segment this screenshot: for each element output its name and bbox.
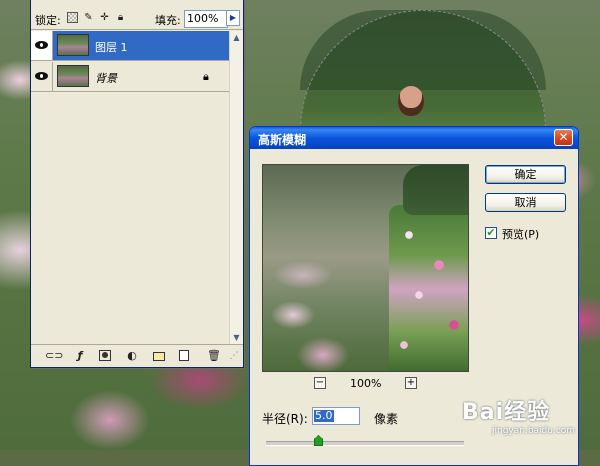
layer-thumbnail — [57, 34, 89, 56]
eye-icon — [35, 41, 48, 49]
preview-label: 预览(P) — [502, 228, 540, 241]
cancel-button[interactable]: 取消 — [485, 193, 566, 212]
layer-thumbnail — [57, 65, 89, 87]
layer-main[interactable]: 图层 1 — [53, 31, 229, 60]
link-icon[interactable]: ⊂⊃ — [45, 350, 63, 362]
visibility-toggle[interactable] — [31, 62, 53, 91]
fill-arrow-button[interactable]: ▶ — [226, 10, 240, 26]
preview-image[interactable] — [262, 164, 469, 372]
zoom-level: 100% — [350, 377, 382, 390]
visibility-toggle[interactable] — [31, 31, 53, 60]
padlock-icon: 🔒︎ — [203, 70, 209, 83]
radius-label: 半径(R): — [262, 412, 308, 426]
lock-move-icon[interactable]: ✛ — [99, 12, 110, 23]
lock-label: 锁定: — [35, 14, 61, 27]
lock-all-icon[interactable]: 🔒︎ — [115, 12, 126, 23]
fill-input[interactable]: 100% — [184, 10, 228, 28]
resize-grip-icon[interactable]: ⋰ — [229, 350, 239, 362]
folder-icon[interactable] — [153, 352, 165, 361]
layer-main[interactable]: 背景 🔒︎ — [53, 62, 229, 91]
trash-icon[interactable]: 🗑︎ — [207, 350, 221, 362]
close-button[interactable]: ✕ — [554, 129, 573, 146]
radius-slider-track[interactable] — [266, 441, 464, 446]
preview-trees — [403, 165, 468, 215]
dialog-titlebar[interactable]: 高斯模糊 ✕ — [250, 127, 578, 149]
radius-unit: 像素 — [374, 412, 399, 426]
radius-slider-thumb[interactable] — [314, 435, 323, 446]
adjustment-icon[interactable]: ◐ — [125, 350, 139, 362]
layer-name: 图层 1 — [95, 41, 128, 54]
baidu-jingyan-logo: Bai经验 — [462, 400, 551, 425]
scroll-down-arrow-icon[interactable]: ▼ — [230, 331, 243, 344]
fx-icon[interactable]: ƒ — [73, 350, 87, 362]
fill-label: 填充: — [155, 14, 181, 27]
lock-paint-icon[interactable]: ✎ — [83, 12, 94, 23]
layers-scrollbar[interactable]: ▲ ▼ — [229, 31, 243, 344]
preview-checkbox[interactable]: ✔ — [485, 227, 497, 239]
eye-icon — [35, 72, 48, 80]
watermark: Bai经验 jingyan.baidu.com — [462, 394, 575, 436]
lock-transparent-icon[interactable] — [67, 12, 78, 23]
zoom-out-button[interactable]: − — [314, 377, 326, 389]
new-layer-icon[interactable] — [179, 350, 189, 361]
radius-value-selection[interactable]: 5.0 — [314, 410, 334, 422]
scroll-up-arrow-icon[interactable]: ▲ — [230, 31, 243, 44]
layers-panel-toolbar: ⊂⊃ ƒ ◐ 🗑︎ ⋰ — [31, 344, 243, 367]
preview-sharp-region — [389, 205, 468, 371]
layer-name: 背景 — [95, 72, 117, 85]
dialog-title: 高斯模糊 — [258, 133, 307, 147]
watermark-url: jingyan.baidu.com — [492, 426, 576, 436]
zoom-in-button[interactable]: + — [405, 377, 417, 389]
layers-panel: 锁定: ✎ ✛ 🔒︎ 填充: 100% ▶ 图层 1 背景 🔒︎ ▲ ▼ ⊂⊃ — [30, 0, 244, 368]
layer-row-background[interactable]: 背景 🔒︎ — [31, 62, 229, 92]
mask-icon[interactable] — [99, 350, 111, 361]
ok-button[interactable]: 确定 — [485, 165, 566, 184]
lock-bar: 锁定: ✎ ✛ 🔒︎ 填充: 100% ▶ — [31, 0, 243, 30]
layer-row-layer1[interactable]: 图层 1 — [31, 31, 229, 61]
